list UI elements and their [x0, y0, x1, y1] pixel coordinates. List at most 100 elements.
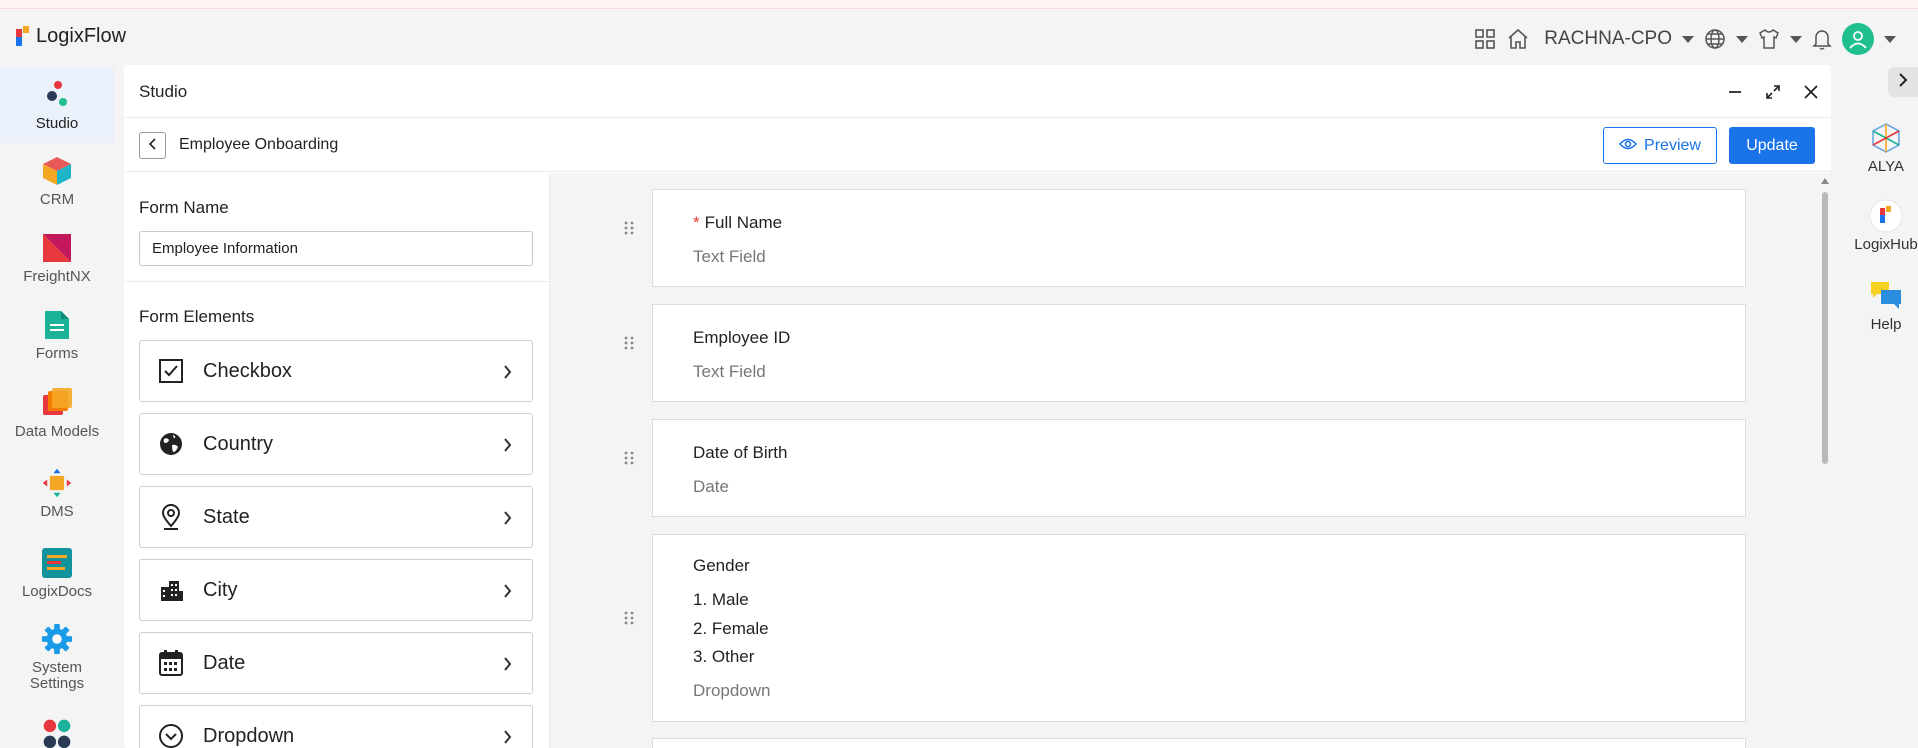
field-label: Date of Birth: [693, 443, 788, 462]
minimize-icon[interactable]: [1725, 82, 1745, 102]
required-marker: *: [693, 213, 700, 232]
element-date[interactable]: Date: [139, 632, 533, 694]
panel-title: Studio: [139, 82, 188, 101]
left-app-nav: Studio CRM FreightNX Forms Data Models D…: [0, 67, 114, 748]
form-canvas: * Full Name Text Field Employee ID Text F…: [550, 173, 1831, 748]
right-nav-label: ALYA: [1867, 158, 1905, 175]
studio-icon: [41, 79, 73, 111]
chevron-left-icon: [148, 137, 158, 155]
chevron-down-icon[interactable]: [1884, 35, 1896, 43]
nav-item-system-settings[interactable]: System Settings: [0, 623, 114, 692]
form-field-card[interactable]: [652, 738, 1746, 748]
field-label-text: Full Name: [704, 213, 783, 232]
chevron-down-icon[interactable]: [1736, 35, 1748, 43]
drag-handle-icon[interactable]: [623, 335, 635, 351]
drag-handle-icon[interactable]: [623, 220, 635, 236]
dropdown-circle-icon: [156, 721, 186, 748]
dropdown-option: 1. Male: [693, 590, 749, 609]
right-nav-alya[interactable]: ALYA: [1854, 121, 1918, 175]
element-label: Country: [203, 432, 274, 455]
location-pin-icon: [156, 502, 186, 532]
nav-label: LogixDocs: [21, 583, 93, 600]
drag-handle-icon[interactable]: [623, 450, 635, 466]
right-nav-help[interactable]: Help: [1854, 279, 1918, 333]
field-label: Gender: [693, 556, 750, 575]
maximize-icon[interactable]: [1763, 82, 1783, 102]
data-models-icon: [41, 387, 73, 419]
integrations-icon: [41, 717, 73, 748]
checkbox-icon: [156, 356, 186, 386]
nav-item-dms[interactable]: DMS: [0, 467, 114, 520]
back-button[interactable]: [139, 132, 166, 159]
freightnx-icon: [41, 232, 73, 264]
scroll-up-icon[interactable]: [1821, 178, 1829, 184]
element-country[interactable]: Country: [139, 413, 533, 475]
top-bar: LogixFlow RACHNA-CPO: [0, 9, 1918, 67]
nav-item-freightnx[interactable]: FreightNX: [0, 232, 114, 285]
nav-item-crm[interactable]: CRM: [0, 155, 114, 208]
field-label: Employee ID: [693, 328, 791, 347]
drag-handle-icon[interactable]: [623, 610, 635, 626]
nav-item-logixdocs[interactable]: LogixDocs: [0, 547, 114, 600]
right-nav-logixhub[interactable]: LogixHub: [1854, 199, 1918, 253]
calendar-icon: [156, 648, 186, 678]
right-nav-label: Help: [1870, 316, 1902, 333]
apps-grid-icon[interactable]: [1474, 28, 1496, 50]
nav-item-forms[interactable]: Forms: [0, 309, 114, 362]
element-dropdown[interactable]: Dropdown: [139, 705, 533, 748]
nav-label: CRM: [39, 191, 75, 208]
preview-button[interactable]: Preview: [1603, 127, 1717, 164]
chevron-down-icon[interactable]: [1682, 35, 1694, 43]
scrollbar-thumb[interactable]: [1822, 192, 1828, 464]
close-icon[interactable]: [1801, 82, 1821, 102]
preview-label: Preview: [1644, 136, 1701, 154]
window-controls: [1725, 82, 1821, 102]
nav-item-studio[interactable]: Studio: [0, 67, 114, 143]
tenant-selector[interactable]: RACHNA-CPO: [1544, 28, 1672, 50]
chevron-right-icon: [498, 582, 516, 600]
logixdocs-icon: [41, 547, 73, 579]
form-field-card[interactable]: Gender 1. Male 2. Female 3. Other Dropdo…: [652, 534, 1746, 722]
nav-item-data-models[interactable]: Data Models: [0, 387, 114, 440]
chevron-right-icon: [1897, 72, 1909, 92]
app-logo[interactable]: LogixFlow: [16, 25, 126, 48]
chevron-down-icon[interactable]: [1790, 35, 1802, 43]
user-avatar[interactable]: [1842, 23, 1874, 55]
bell-icon[interactable]: [1812, 28, 1832, 50]
element-label: Checkbox: [203, 359, 292, 382]
form-elements-pane: Form Name Employee Information Form Elem…: [124, 173, 550, 748]
canvas-scrollbar[interactable]: [1820, 178, 1830, 743]
form-toolbar: Employee Onboarding Preview Update: [124, 118, 1831, 172]
tshirt-theme-icon[interactable]: [1758, 28, 1780, 50]
chevron-right-icon: [498, 728, 516, 746]
nav-label: DMS: [40, 503, 74, 520]
gear-icon: [41, 623, 73, 655]
crm-icon: [41, 155, 73, 187]
forms-icon: [41, 309, 73, 341]
element-checkbox[interactable]: Checkbox: [139, 340, 533, 402]
nav-label: System Settings: [29, 659, 85, 692]
logixhub-icon: [1869, 199, 1903, 233]
element-city[interactable]: City: [139, 559, 533, 621]
alya-icon: [1869, 121, 1903, 155]
dropdown-option: 3. Other: [693, 647, 755, 666]
panel-header: Studio: [124, 65, 1831, 118]
home-icon[interactable]: [1506, 27, 1530, 51]
element-state[interactable]: State: [139, 486, 533, 548]
form-field-card[interactable]: * Full Name Text Field: [652, 189, 1746, 287]
nav-item-more[interactable]: [0, 717, 114, 748]
field-type: Text Field: [693, 247, 766, 266]
chevron-right-icon: [498, 436, 516, 454]
form-name-input[interactable]: Employee Information: [139, 231, 533, 266]
form-field-card[interactable]: Employee ID Text Field: [652, 304, 1746, 402]
element-label: Dropdown: [203, 724, 295, 747]
update-button[interactable]: Update: [1729, 127, 1815, 164]
field-type: Text Field: [693, 362, 766, 381]
right-nav-label: LogixHub: [1854, 236, 1918, 253]
globe-icon[interactable]: [1704, 28, 1726, 50]
nav-label: FreightNX: [23, 268, 91, 285]
expand-right-panel-button[interactable]: [1888, 67, 1918, 97]
form-field-card[interactable]: Date of Birth Date: [652, 419, 1746, 517]
element-label: Date: [203, 651, 246, 674]
top-right-toolbar: RACHNA-CPO: [1474, 23, 1896, 55]
